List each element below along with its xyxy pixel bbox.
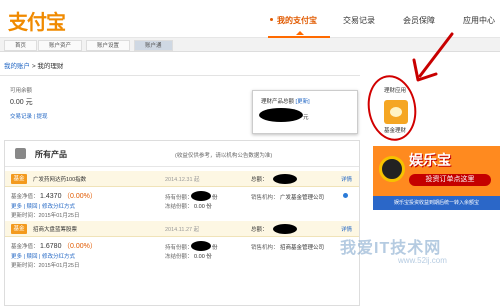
fund-nav-row: 基金净值： 1.4370 （0.00%） <box>11 191 97 201</box>
pending-label: 冻结份额： <box>165 254 193 260</box>
fund-action-links[interactable]: 更多 | 赎回 | 修改分红方式 <box>11 252 75 260</box>
manager-row: 销售机构： 广发基金管理公司 <box>251 193 324 201</box>
popup-title: 理财产品总额 [更新] <box>261 97 310 105</box>
ad-strip-text: 娱乐宝投资收益到期后统一转入余额宝 <box>373 196 500 210</box>
product-list-icon <box>15 148 26 159</box>
subtab-home[interactable]: 首页 <box>4 40 38 51</box>
fund-card: 基金 招商大盘蓝筹股票 2014.11.27 起 总额： 详情 基金净值： 1.… <box>5 221 359 271</box>
breadcrumb-separator: > <box>31 63 36 70</box>
nav-transactions[interactable]: 交易记录 <box>343 15 375 26</box>
fund-name[interactable]: 广发药网达药100指数 <box>33 175 86 183</box>
nav-value: 1.6780 <box>40 243 62 250</box>
active-nav-caret-icon <box>296 31 304 35</box>
holding-row: 持有份额： <box>165 243 193 251</box>
redacted-holding <box>191 191 211 201</box>
pending-row: 冻结份额： 0.00 份 <box>165 252 212 260</box>
manager-name: 招商基金管理公司 <box>280 245 325 251</box>
redacted-total <box>273 224 297 234</box>
fund-total-label: 总额： <box>251 177 268 183</box>
manager-label: 销售机构： <box>251 245 279 251</box>
nav-app-center[interactable]: 应用中心 <box>463 15 495 26</box>
nav-member-protection[interactable]: 会员保障 <box>403 15 435 26</box>
balance-amount: 0.00 <box>10 99 24 106</box>
subtab-assets[interactable]: 账户资产 <box>38 40 83 51</box>
manager-name: 广发基金管理公司 <box>280 195 325 201</box>
app-caption[interactable]: 基金理财 <box>384 126 406 134</box>
update-time: 更新时间：2015年01月25日 <box>11 263 80 269</box>
fund-card: 基金 广发药网达药100指数 2014.12.31 起 总额： 详情 基金净值：… <box>5 171 359 221</box>
alipay-logo[interactable]: 支付宝 <box>8 6 66 35</box>
ad-brand: 娱乐宝 <box>409 152 451 168</box>
red-arrow-annotation <box>412 32 454 82</box>
fund-tag: 基金 <box>11 224 27 234</box>
holding-label: 持有份额： <box>165 195 193 201</box>
fund-tag: 基金 <box>11 174 27 184</box>
holding-label: 持有份额： <box>165 245 193 251</box>
all-products-panel: 所有产品 (收益仅供参考，请以机构公告数据为准) 基金 广发药网达药100指数 … <box>4 140 360 306</box>
fund-date: 2014.12.31 起 <box>165 177 200 183</box>
redacted-holding <box>191 241 211 251</box>
wealth-total-popup: 理财产品总额 [更新] 元 <box>252 90 358 134</box>
app-section-label: 理财应用 <box>384 88 407 94</box>
popup-title-text: 理财产品总额 <box>261 99 295 105</box>
popup-unit: 元 <box>303 115 309 121</box>
ad-cta-button[interactable]: 投资订单点这里 <box>409 174 491 186</box>
logo-text: 支付宝 <box>8 12 66 34</box>
nav-change: （0.00%） <box>63 243 97 250</box>
balance-label: 可用余额 <box>10 88 33 94</box>
subtab-account-link[interactable]: 账户通 <box>134 40 173 51</box>
nav-dot-icon <box>270 18 273 21</box>
pending-label: 冻结份额： <box>165 204 193 210</box>
balance-unit: 元 <box>25 99 33 106</box>
subtab-settings[interactable]: 账户设置 <box>86 40 131 51</box>
pending-value: 0.00 份 <box>194 254 212 260</box>
pig-shape <box>390 107 402 117</box>
fund-date: 2014.11.27 起 <box>165 227 200 233</box>
nav-value: 1.4370 <box>40 193 62 200</box>
holding-row: 持有份额： <box>165 193 193 201</box>
nav-change: （0.00%） <box>63 193 97 200</box>
fund-total-label: 总额： <box>251 227 268 233</box>
pending-row: 冻结份额： 0.00 份 <box>165 202 212 210</box>
nav-label: 基金净值： <box>11 244 39 250</box>
panel-note: (收益仅供参考，请以机构公告数据为准) <box>175 153 273 159</box>
panel-header: 所有产品 (收益仅供参考，请以机构公告数据为准) <box>5 141 359 167</box>
redacted-total <box>273 174 297 184</box>
balance-value: 0.00 元 <box>10 97 33 107</box>
watermark-url: www.52ij.com <box>398 256 447 265</box>
piggy-bank-icon[interactable] <box>384 100 408 124</box>
fund-nav-row: 基金净值： 1.6780 （0.00%） <box>11 241 97 251</box>
info-icon[interactable] <box>343 193 348 198</box>
divider <box>0 75 360 76</box>
holding-suffix: 份 <box>212 195 218 201</box>
manager-row: 销售机构： 招商基金管理公司 <box>251 243 324 251</box>
fund-detail-link[interactable]: 详情 <box>341 175 352 183</box>
yulebao-ad-banner[interactable]: 娱乐宝 投资订单点这里 娱乐宝投资收益到期后统一转入余额宝 <box>373 146 500 210</box>
breadcrumb-current: 我的理财 <box>37 63 64 70</box>
manager-label: 销售机构： <box>251 195 279 201</box>
nav-label: 基金净值： <box>11 194 39 200</box>
popup-update-link[interactable]: [更新] <box>296 99 310 105</box>
watermark-text: 我爱IT技术网 <box>340 240 442 257</box>
redacted-amount <box>259 108 303 122</box>
panel-title: 所有产品 <box>35 150 67 159</box>
nav-my-alipay[interactable]: 我的支付宝 <box>277 15 317 26</box>
fund-name[interactable]: 招商大盘蓝筹股票 <box>33 225 77 233</box>
breadcrumb: 我的账户 > 我的理财 <box>4 60 63 70</box>
breadcrumb-root[interactable]: 我的账户 <box>4 63 30 70</box>
fund-action-links[interactable]: 更多 | 赎回 | 修改分红方式 <box>11 202 75 210</box>
update-time: 更新时间：2015年01月25日 <box>11 213 80 219</box>
film-reel-icon <box>379 156 405 182</box>
holding-suffix: 份 <box>212 245 218 251</box>
fund-detail-link[interactable]: 详情 <box>341 225 352 233</box>
pending-value: 0.00 份 <box>194 204 212 210</box>
balance-links[interactable]: 交易记录 | 提现 <box>10 112 48 120</box>
